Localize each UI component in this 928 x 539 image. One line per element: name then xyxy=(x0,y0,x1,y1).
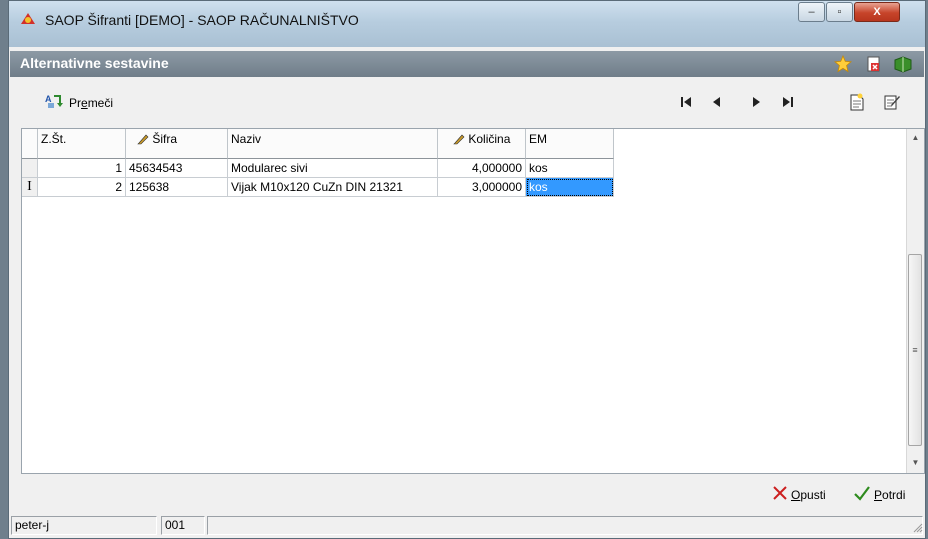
edit-record-icon[interactable] xyxy=(883,93,901,111)
cell-sifra[interactable]: 125638 xyxy=(126,178,228,197)
scroll-up-arrow[interactable]: ▲ xyxy=(907,133,924,142)
toolbar: A Premeči xyxy=(9,81,925,121)
cell-naziv[interactable]: Modularec sivi xyxy=(228,159,438,178)
resize-grip-icon[interactable] xyxy=(911,521,923,536)
title-bar: SAOP Šifranti [DEMO] - SAOP RAČUNALNIŠTV… xyxy=(9,1,925,47)
column-header-zst[interactable]: Z.Št. xyxy=(38,129,126,159)
column-header-sifra[interactable]: Šifra xyxy=(126,129,228,159)
cell-em[interactable]: kos xyxy=(526,159,614,178)
dialog-footer: Opusti Potrdi xyxy=(9,477,925,507)
column-header-indicator xyxy=(22,129,38,159)
cell-zst[interactable]: 1 xyxy=(38,159,126,178)
app-window: SAOP Šifranti [DEMO] - SAOP RAČUNALNIŠTV… xyxy=(8,0,926,539)
data-grid[interactable]: Z.Št. Šifra Naziv Količina EM 1 45634543… xyxy=(21,128,925,474)
form-title: Alternativne sestavine xyxy=(20,55,169,71)
status-user: peter-j xyxy=(11,516,157,535)
close-button[interactable]: X xyxy=(854,2,900,22)
book-exit-icon[interactable] xyxy=(893,55,912,73)
pencil-icon xyxy=(453,133,465,148)
checkmark-icon xyxy=(853,485,871,504)
cell-naziv[interactable]: Vijak M10x120 CuZn DIN 21321 xyxy=(228,178,438,197)
column-label-sifra: Šifra xyxy=(152,132,178,146)
saop-app-icon xyxy=(19,10,37,28)
confirm-label: Potrdi xyxy=(874,487,906,502)
row-indicator-current[interactable]: I xyxy=(22,178,38,197)
minimize-button[interactable]: ‒ xyxy=(798,2,825,22)
cell-em-selected[interactable]: kos xyxy=(526,178,614,197)
cell-kolicina[interactable]: 3,000000 xyxy=(438,178,526,197)
previous-record-icon[interactable] xyxy=(709,95,723,109)
status-code: 001 xyxy=(161,516,205,535)
cell-kolicina[interactable]: 4,000000 xyxy=(438,159,526,178)
column-label-kolicina: Količina xyxy=(468,132,511,146)
column-header-kolicina[interactable]: Količina xyxy=(438,129,526,159)
scroll-thumb[interactable]: ≡ xyxy=(908,254,922,446)
window-title: SAOP Šifranti [DEMO] - SAOP RAČUNALNIŠTV… xyxy=(45,12,359,28)
svg-text:A: A xyxy=(45,94,52,104)
cell-sifra[interactable]: 45634543 xyxy=(126,159,228,178)
last-record-icon[interactable] xyxy=(781,95,795,109)
close-document-icon[interactable] xyxy=(865,55,883,73)
form-header: Alternativne sestavine xyxy=(10,51,924,77)
column-header-naziv[interactable]: Naziv xyxy=(228,129,438,159)
move-icon: A xyxy=(45,93,65,112)
maximize-button[interactable]: ▫ xyxy=(826,2,853,22)
status-empty-panel xyxy=(207,516,923,535)
cell-zst[interactable]: 2 xyxy=(38,178,126,197)
cancel-button[interactable]: Opusti xyxy=(772,485,826,504)
first-record-icon[interactable] xyxy=(679,95,693,109)
vertical-scrollbar[interactable]: ▲ ≡ ▼ xyxy=(906,129,924,473)
scroll-down-arrow[interactable]: ▼ xyxy=(907,458,924,467)
confirm-button[interactable]: Potrdi xyxy=(853,485,905,504)
pencil-icon xyxy=(137,133,149,148)
new-record-icon[interactable] xyxy=(849,93,865,111)
row-indicator[interactable] xyxy=(22,159,38,178)
cancel-label: Opusti xyxy=(791,487,826,502)
move-button[interactable]: A Premeči xyxy=(45,93,113,112)
column-header-em[interactable]: EM xyxy=(526,129,614,159)
next-record-icon[interactable] xyxy=(750,95,764,109)
x-icon xyxy=(772,485,788,504)
scroll-grip-icon: ≡ xyxy=(912,345,918,355)
favorite-star-icon[interactable] xyxy=(833,54,853,73)
move-label: Premeči xyxy=(69,95,114,110)
status-bar: peter-j 001 xyxy=(9,513,925,538)
